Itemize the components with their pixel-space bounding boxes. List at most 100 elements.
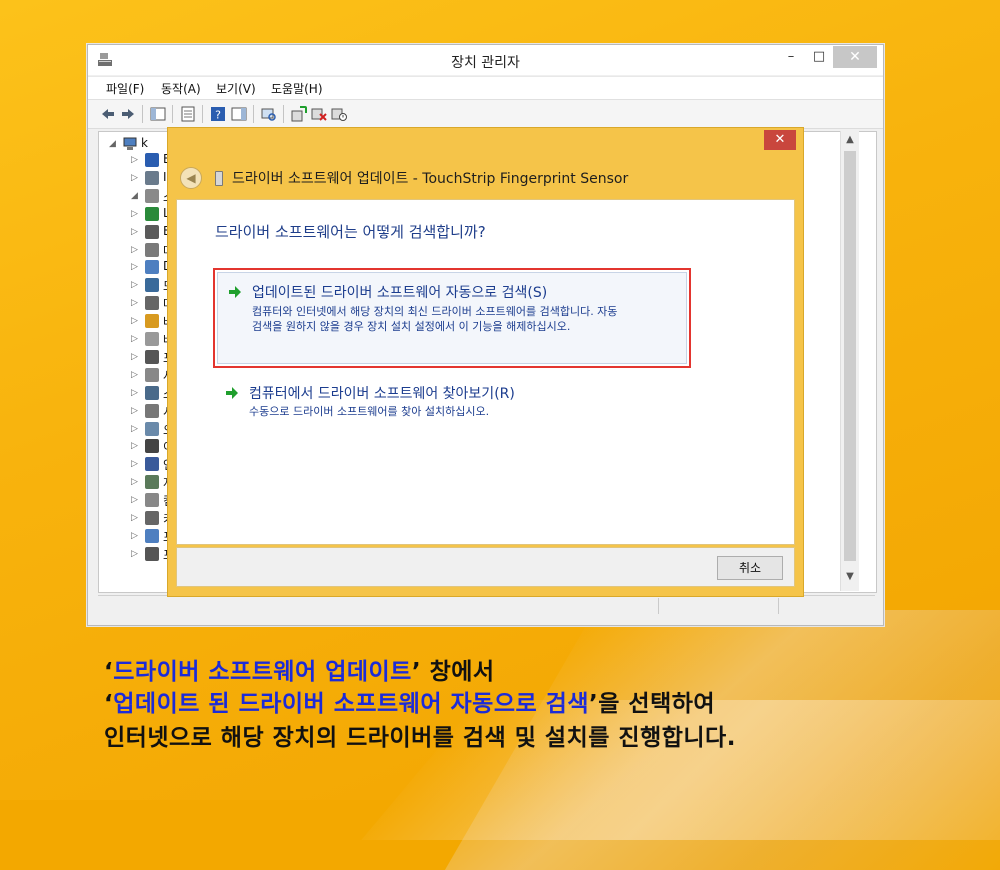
expand-arrow-icon[interactable]: ▷ <box>131 477 138 487</box>
dialog-title: 드라이버 소프트웨어 업데이트 - TouchStrip Fingerprint… <box>232 171 629 187</box>
cancel-button[interactable]: 취소 <box>717 556 783 580</box>
caption-line-2: ‘업데이트 된 드라이버 소프트웨어 자동으로 검색’을 선택하여 <box>104 684 715 718</box>
dialog-footer: 취소 <box>176 547 795 587</box>
dialog-content: 드라이버 소프트웨어는 어떻게 검색합니까? 업데이트된 드라이버 소프트웨어 … <box>176 199 795 545</box>
expand-arrow-icon[interactable]: ▷ <box>131 227 138 237</box>
device-category-icon <box>145 421 159 436</box>
option-browse[interactable]: 컴퓨터에서 드라이버 소프트웨어 찾아보기(R) 수동으로 드라이버 소프트웨어… <box>217 380 687 424</box>
expand-arrow-icon[interactable]: ▷ <box>131 459 138 469</box>
device-category-icon <box>145 314 159 329</box>
expand-arrow-icon[interactable]: ▷ <box>131 352 138 362</box>
option-browse-desc: 수동으로 드라이버 소프트웨어를 찾아 설치하십시오. <box>249 405 490 418</box>
expand-arrow-icon[interactable]: ▷ <box>131 245 138 255</box>
toolbar-separator <box>253 105 254 123</box>
vertical-scrollbar[interactable]: ▲ ▼ <box>840 131 859 591</box>
expand-arrow-icon[interactable]: ▷ <box>131 513 138 523</box>
dialog-close-button[interactable]: ✕ <box>764 130 796 150</box>
back-arrow-icon[interactable] <box>100 106 116 122</box>
maximize-button[interactable]: □ <box>806 46 832 68</box>
caption-quote: ‘ <box>104 691 114 717</box>
device-category-icon <box>145 349 159 364</box>
dialog-question: 드라이버 소프트웨어는 어떻게 검색합니까? <box>215 223 486 241</box>
scan-hardware-changes-icon[interactable] <box>261 106 277 122</box>
uninstall-device-icon[interactable] <box>311 106 327 122</box>
back-arrow-icon[interactable]: ◀ <box>180 167 202 189</box>
computer-icon <box>123 137 137 150</box>
collapse-arrow-icon[interactable]: ◢ <box>109 139 116 149</box>
status-bar-separator <box>778 598 779 614</box>
expand-arrow-icon[interactable]: ▷ <box>131 388 138 398</box>
expand-arrow-icon[interactable]: ▷ <box>131 262 138 272</box>
expand-arrow-icon[interactable]: ▷ <box>131 173 138 183</box>
caption-text: ’ 창에서 <box>411 659 495 685</box>
scroll-down-arrow-icon[interactable]: ▼ <box>841 571 859 587</box>
device-category-icon <box>145 457 159 472</box>
expand-arrow-icon[interactable]: ▷ <box>131 441 138 451</box>
device-category-icon <box>145 403 159 418</box>
option-auto-search-desc-line1: 컴퓨터와 인터넷에서 해당 장치의 최신 드라이버 소프트웨어를 검색합니다. … <box>252 305 618 318</box>
update-driver-icon[interactable] <box>291 106 307 122</box>
device-category-icon <box>145 153 159 167</box>
device-category-icon <box>145 278 159 293</box>
expand-arrow-icon[interactable]: ▷ <box>131 316 138 326</box>
expand-arrow-icon[interactable]: ▷ <box>131 495 138 505</box>
caption-line-1: ‘드라이버 소프트웨어 업데이트’ 창에서 <box>104 652 495 686</box>
menu-action[interactable]: 동작(A) <box>161 80 201 97</box>
disable-device-icon[interactable] <box>331 106 347 122</box>
device-category-icon <box>145 439 159 454</box>
scroll-up-arrow-icon[interactable]: ▲ <box>841 134 859 150</box>
expand-arrow-icon[interactable]: ▷ <box>131 531 138 541</box>
title-bar[interactable]: 장치 관리자 – □ ✕ <box>88 45 883 75</box>
expand-arrow-icon[interactable]: ▷ <box>131 424 138 434</box>
menu-view[interactable]: 보기(V) <box>216 80 256 97</box>
close-button[interactable]: ✕ <box>833 46 877 68</box>
show-hide-console-tree-icon[interactable] <box>150 106 166 122</box>
window-title: 장치 관리자 <box>451 55 520 71</box>
toolbar-separator <box>202 105 203 123</box>
device-category-icon <box>145 242 159 257</box>
minimize-button[interactable]: – <box>778 46 804 68</box>
device-category-icon <box>145 332 159 346</box>
scrollbar-thumb[interactable] <box>844 151 856 561</box>
caption-line-3: 인터넷으로 해당 장치의 드라이버를 검색 및 설치를 진행합니다. <box>104 725 736 751</box>
toolbar-separator <box>283 105 284 123</box>
svg-text:?: ? <box>215 109 221 122</box>
device-category-icon <box>145 170 159 185</box>
menu-help[interactable]: 도움말(H) <box>271 80 323 97</box>
help-icon[interactable]: ? <box>210 106 226 122</box>
expand-arrow-icon[interactable]: ▷ <box>131 280 138 290</box>
expand-arrow-icon[interactable]: ▷ <box>131 406 138 416</box>
action-pane-icon[interactable] <box>231 106 247 122</box>
caption-highlight: 드라이버 소프트웨어 업데이트 <box>113 659 412 685</box>
green-arrow-icon <box>226 387 238 399</box>
device-category-icon <box>145 206 159 221</box>
option-auto-search-heading[interactable]: 업데이트된 드라이버 소프트웨어 자동으로 검색(S) <box>252 282 547 302</box>
expand-arrow-icon[interactable]: ▷ <box>131 549 138 559</box>
expand-arrow-icon[interactable]: ▷ <box>131 155 138 165</box>
caption-highlight: 업데이트 된 드라이버 소프트웨어 자동으로 검색 <box>113 691 589 717</box>
expand-arrow-icon[interactable]: ▷ <box>131 334 138 344</box>
option-auto-search-highlight: 업데이트된 드라이버 소프트웨어 자동으로 검색(S) 컴퓨터와 인터넷에서 해… <box>213 268 691 368</box>
device-category-icon <box>145 188 159 203</box>
option-auto-search[interactable]: 업데이트된 드라이버 소프트웨어 자동으로 검색(S) 컴퓨터와 인터넷에서 해… <box>217 272 687 364</box>
caption-text: ’을 선택하여 <box>589 691 716 717</box>
device-category-icon <box>145 367 159 382</box>
tree-root[interactable]: ◢ k <box>77 136 157 153</box>
device-category-icon <box>145 528 159 543</box>
option-browse-heading[interactable]: 컴퓨터에서 드라이버 소프트웨어 찾아보기(R) <box>249 383 515 403</box>
expand-arrow-icon[interactable]: ▷ <box>131 209 138 219</box>
green-arrow-icon <box>229 286 241 298</box>
device-category-icon <box>145 511 159 525</box>
toolbar-separator <box>172 105 173 123</box>
properties-icon[interactable] <box>180 106 196 122</box>
tree-item-label: I <box>163 169 167 184</box>
menu-file[interactable]: 파일(F) <box>106 80 144 97</box>
forward-arrow-icon[interactable] <box>120 106 136 122</box>
option-auto-search-desc-line2: 검색을 원하지 않을 경우 장치 설치 설정에서 이 기능을 해제하십시오. <box>252 320 571 333</box>
expand-arrow-icon[interactable]: ▷ <box>131 298 138 308</box>
device-category-icon <box>145 296 159 311</box>
status-bar-separator <box>658 598 659 614</box>
collapse-arrow-icon[interactable]: ◢ <box>131 191 138 201</box>
expand-arrow-icon[interactable]: ▷ <box>131 370 138 380</box>
tree-root-label: k <box>141 136 148 150</box>
